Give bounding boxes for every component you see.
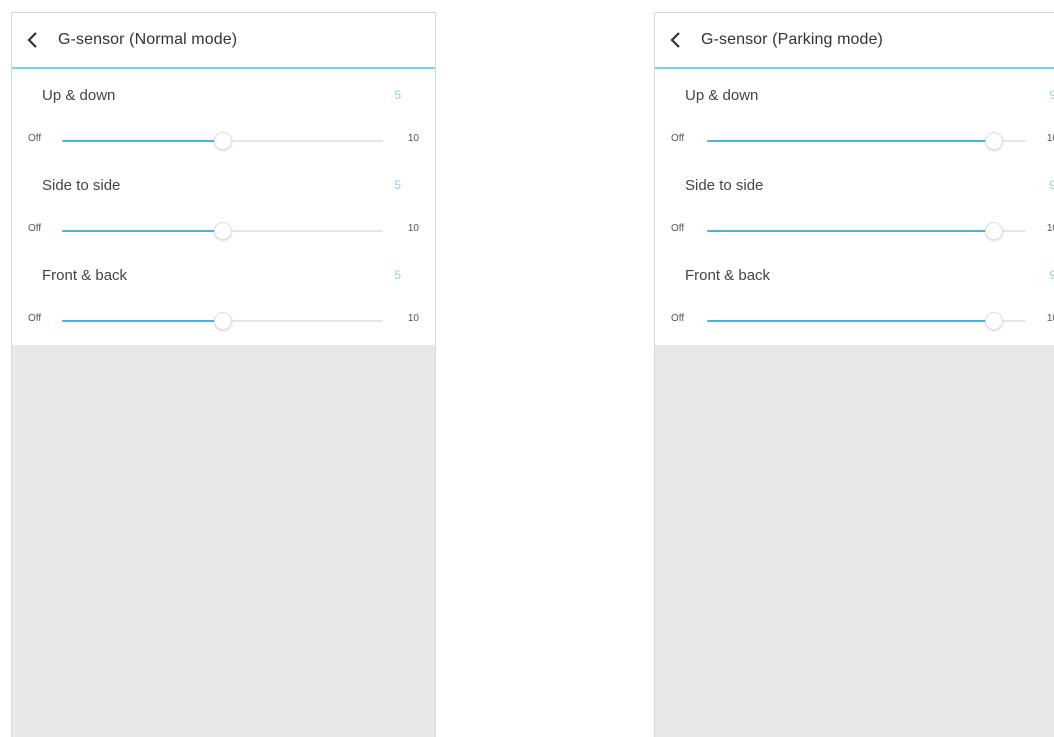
slider-min-label: Off <box>28 313 42 324</box>
slider-fill <box>62 230 223 232</box>
setting-label: Front & back <box>42 267 128 284</box>
slider-thumb[interactable] <box>985 312 1004 330</box>
slider-max-label: 10 <box>407 133 419 144</box>
page-title: G-sensor (Normal mode) <box>58 31 238 48</box>
setting-label: Side to side <box>685 177 764 194</box>
settings-list: Up & down 9 Off 10 Side to side 9 Off <box>655 69 1054 345</box>
slider-max-label: 10 <box>1046 223 1054 234</box>
chevron-left-icon[interactable] <box>12 13 52 68</box>
slider-max-label: 10 <box>407 223 419 234</box>
header: G-sensor (Normal mode) <box>12 13 435 69</box>
setting-label: Front & back <box>685 267 771 284</box>
sensitivity-slider[interactable]: Off 10 <box>12 221 435 241</box>
slider-thumb[interactable] <box>985 132 1004 150</box>
slider-fill <box>707 140 995 142</box>
setting-label: Up & down <box>685 87 759 104</box>
slider-track[interactable] <box>62 132 383 150</box>
slider-min-label: Off <box>28 223 42 234</box>
setting-up-down: Up & down 9 Off 10 <box>655 69 1054 159</box>
setting-side-to-side: Side to side 9 Off 10 <box>655 159 1054 249</box>
slider-track[interactable] <box>707 132 1026 150</box>
slider-min-label: Off <box>28 133 42 144</box>
slider-thumb[interactable] <box>213 222 232 240</box>
setting-side-to-side: Side to side 5 Off 10 <box>12 159 435 249</box>
sensitivity-slider[interactable]: Off 10 <box>655 221 1054 241</box>
panel-parking-mode: G-sensor (Parking mode) Up & down 9 Off … <box>654 12 1054 737</box>
setting-label: Up & down <box>42 87 116 104</box>
sensitivity-slider[interactable]: Off 10 <box>12 311 435 331</box>
sensitivity-slider[interactable]: Off 10 <box>655 131 1054 151</box>
slider-min-label: Off <box>671 223 685 234</box>
slider-min-label: Off <box>671 313 685 324</box>
slider-min-label: Off <box>671 133 685 144</box>
slider-max-label: 10 <box>1046 313 1054 324</box>
setting-value: 9 <box>1049 88 1054 102</box>
slider-track[interactable] <box>707 312 1026 330</box>
slider-track[interactable] <box>62 222 383 240</box>
setting-front-back: Front & back 9 Off 10 <box>655 249 1054 339</box>
slider-track[interactable] <box>62 312 383 330</box>
panel-normal-mode: G-sensor (Normal mode) Up & down 5 Off 1… <box>11 12 436 737</box>
sensitivity-slider[interactable]: Off 10 <box>655 311 1054 331</box>
chevron-left-icon[interactable] <box>655 13 695 68</box>
setting-value: 5 <box>394 88 401 102</box>
header: G-sensor (Parking mode) <box>655 13 1054 69</box>
setting-value: 9 <box>1049 178 1054 192</box>
slider-fill <box>62 320 223 322</box>
setting-value: 5 <box>394 268 401 282</box>
stage: G-sensor (Normal mode) Up & down 5 Off 1… <box>0 0 1054 737</box>
slider-fill <box>62 140 223 142</box>
setting-up-down: Up & down 5 Off 10 <box>12 69 435 159</box>
slider-fill <box>707 230 995 232</box>
sensitivity-slider[interactable]: Off 10 <box>12 131 435 151</box>
slider-fill <box>707 320 995 322</box>
slider-max-label: 10 <box>407 313 419 324</box>
setting-value: 9 <box>1049 268 1054 282</box>
setting-front-back: Front & back 5 Off 10 <box>12 249 435 339</box>
slider-track[interactable] <box>707 222 1026 240</box>
setting-value: 5 <box>394 178 401 192</box>
settings-list: Up & down 5 Off 10 Side to side 5 Off 10… <box>12 69 435 345</box>
page-title: G-sensor (Parking mode) <box>701 31 883 48</box>
slider-max-label: 10 <box>1046 133 1054 144</box>
slider-thumb[interactable] <box>213 132 232 150</box>
setting-label: Side to side <box>42 177 121 194</box>
slider-thumb[interactable] <box>213 312 232 330</box>
slider-thumb[interactable] <box>985 222 1004 240</box>
